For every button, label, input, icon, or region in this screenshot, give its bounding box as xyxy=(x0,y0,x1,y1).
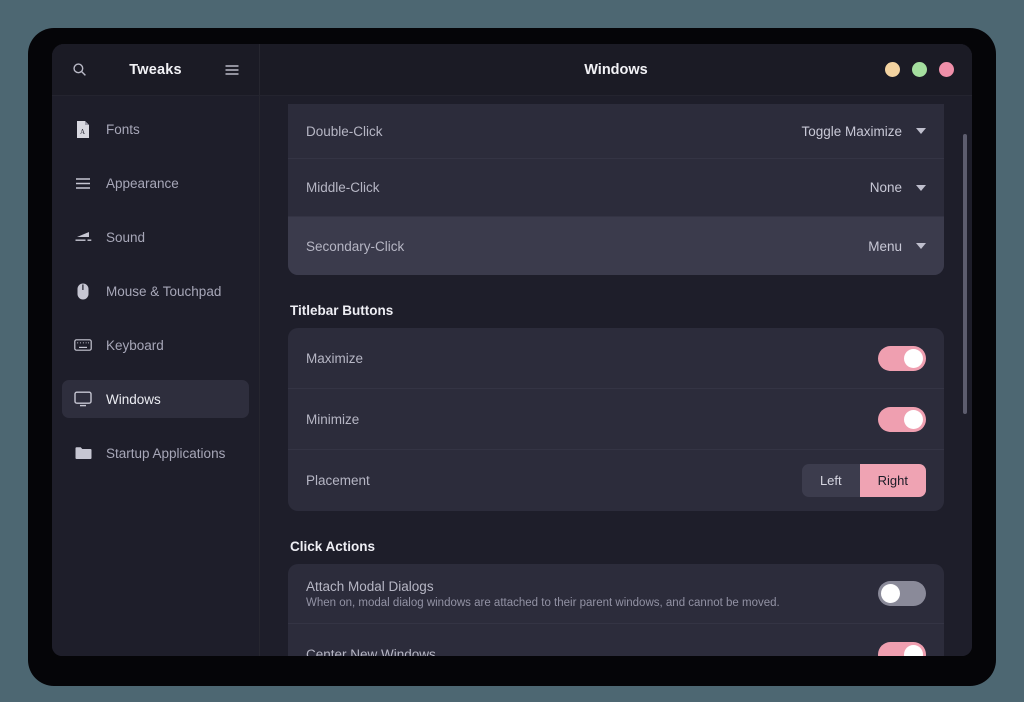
chevron-down-icon[interactable] xyxy=(916,243,926,249)
placement-option-right[interactable]: Right xyxy=(859,464,926,497)
maximize-button[interactable] xyxy=(912,62,927,77)
sidebar-item-sound[interactable]: Sound xyxy=(62,218,249,256)
placement-segmented-control: Left Right xyxy=(801,464,926,497)
row-attach-modal-dialogs[interactable]: Attach Modal Dialogs When on, modal dial… xyxy=(288,564,944,624)
search-icon[interactable] xyxy=(66,57,92,83)
row-placement[interactable]: Placement Left Right xyxy=(288,450,944,511)
sidebar-item-label: Windows xyxy=(106,391,161,407)
sidebar-item-label: Mouse & Touchpad xyxy=(106,283,222,299)
sidebar-item-mouse-touchpad[interactable]: Mouse & Touchpad xyxy=(62,272,249,310)
row-title: Attach Modal Dialogs xyxy=(306,578,434,594)
content-header: Windows xyxy=(260,44,972,95)
row-description: When on, modal dialog windows are attach… xyxy=(306,596,780,609)
click-actions-group: Click Actions Attach Modal Dialogs When … xyxy=(288,527,944,656)
folder-icon xyxy=(74,444,92,462)
placement-option-left[interactable]: Left xyxy=(802,464,860,497)
row-minimize[interactable]: Minimize xyxy=(288,389,944,450)
sidebar-navigation: A Fonts Appearance Sound Mouse & Touchpa… xyxy=(52,96,260,656)
click-behaviour-group: Double-Click Toggle Maximize Middle-Clic… xyxy=(288,104,944,275)
content-scrollbar[interactable] xyxy=(963,134,967,414)
row-label: Placement xyxy=(306,473,370,488)
sidebar-title: Tweaks xyxy=(129,61,182,78)
sidebar-header: Tweaks xyxy=(52,44,260,95)
chevron-down-icon[interactable] xyxy=(916,184,926,191)
section-heading-click-actions: Click Actions xyxy=(290,539,376,554)
tweaks-application-window: Tweaks Windows A Fonts Appearance Sound … xyxy=(52,44,972,656)
row-middle-click[interactable]: Middle-Click None xyxy=(288,159,944,217)
row-value: None xyxy=(869,180,902,195)
hamburger-menu-icon[interactable] xyxy=(219,57,245,83)
monitor-icon xyxy=(74,390,92,408)
mouse-icon xyxy=(74,282,92,300)
section-heading-titlebar-buttons: Titlebar Buttons xyxy=(290,303,394,318)
row-label: Double-Click xyxy=(306,123,383,139)
settings-content-area: Double-Click Toggle Maximize Middle-Clic… xyxy=(260,96,972,656)
titlebar-buttons-card: Maximize Minimize Placement Left Right xyxy=(288,328,944,511)
sidebar-item-label: Sound xyxy=(106,229,146,245)
center-new-windows-toggle[interactable] xyxy=(878,641,926,656)
sidebar-item-label: Fonts xyxy=(106,121,140,137)
window-controls xyxy=(885,62,954,77)
row-value: Menu xyxy=(868,238,902,254)
row-secondary-click[interactable]: Secondary-Click Menu xyxy=(288,217,944,275)
row-double-click[interactable]: Double-Click Toggle Maximize xyxy=(288,104,944,159)
row-center-new-windows[interactable]: Center New Windows xyxy=(288,624,944,656)
header-bar: Tweaks Windows xyxy=(52,44,972,96)
minimize-toggle[interactable] xyxy=(878,406,926,432)
row-value: Toggle Maximize xyxy=(801,123,902,139)
row-label: Middle-Click xyxy=(306,180,380,195)
row-label: Minimize xyxy=(306,411,360,427)
sidebar-item-fonts[interactable]: A Fonts xyxy=(62,110,249,148)
sidebar-item-windows[interactable]: Windows xyxy=(62,380,249,418)
row-label: Secondary-Click xyxy=(306,238,405,254)
row-label: Maximize xyxy=(306,350,364,366)
svg-text:A: A xyxy=(80,128,85,136)
toggle-knob xyxy=(904,348,923,368)
sound-wave-icon xyxy=(74,228,92,246)
font-file-icon: A xyxy=(74,120,92,138)
sidebar-item-label: Appearance xyxy=(106,175,179,191)
minimize-button[interactable] xyxy=(885,62,900,77)
titlebar-buttons-group: Titlebar Buttons Maximize Minimize Place… xyxy=(288,291,944,511)
toggle-knob xyxy=(904,409,923,429)
toggle-knob xyxy=(904,644,923,656)
page-title: Windows xyxy=(584,61,648,78)
click-actions-card: Attach Modal Dialogs When on, modal dial… xyxy=(288,564,944,656)
sidebar-item-appearance[interactable]: Appearance xyxy=(62,164,249,202)
row-label: Attach Modal Dialogs When on, modal dial… xyxy=(306,579,878,609)
sidebar-item-keyboard[interactable]: Keyboard xyxy=(62,326,249,364)
row-maximize[interactable]: Maximize xyxy=(288,328,944,389)
list-lines-icon xyxy=(74,174,92,192)
keyboard-icon xyxy=(74,336,92,354)
attach-modal-dialogs-toggle[interactable] xyxy=(878,581,926,606)
window-body: A Fonts Appearance Sound Mouse & Touchpa… xyxy=(52,96,972,656)
sidebar-item-startup-applications[interactable]: Startup Applications xyxy=(62,434,249,472)
click-behaviour-card: Double-Click Toggle Maximize Middle-Clic… xyxy=(288,104,944,275)
toggle-knob xyxy=(881,584,900,603)
close-button[interactable] xyxy=(939,62,954,77)
chevron-down-icon[interactable] xyxy=(916,128,926,134)
maximize-toggle[interactable] xyxy=(878,345,926,371)
sidebar-item-label: Startup Applications xyxy=(106,445,226,461)
sidebar-item-label: Keyboard xyxy=(106,337,164,353)
row-label: Center New Windows xyxy=(306,646,436,657)
